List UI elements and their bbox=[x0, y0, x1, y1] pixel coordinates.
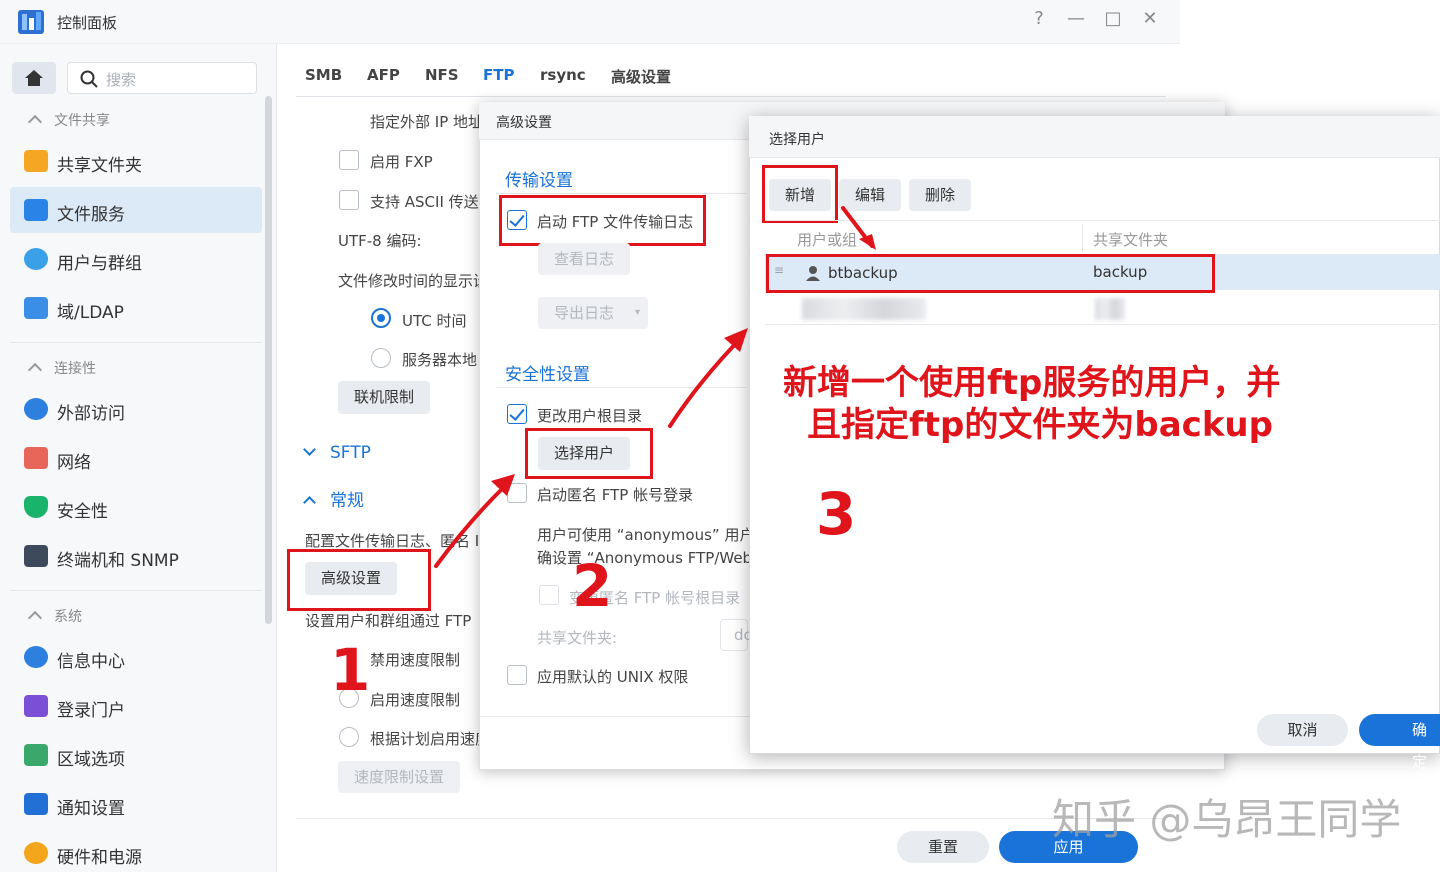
annotation-step-2: 2 bbox=[572, 552, 613, 620]
watermark: 知乎 @乌昂王同学 bbox=[1052, 795, 1402, 844]
annotation-step-1: 1 bbox=[330, 636, 371, 704]
annotation-step-3: 3 bbox=[816, 480, 857, 548]
annotation-note: 新增一个使用ftp服务的用户，并 且指定ftp的文件夹为backup bbox=[783, 362, 1280, 446]
annotation-note-line-2: 且指定ftp的文件夹为backup bbox=[807, 405, 1273, 445]
annotation-note-line-1: 新增一个使用ftp服务的用户，并 bbox=[783, 363, 1281, 403]
